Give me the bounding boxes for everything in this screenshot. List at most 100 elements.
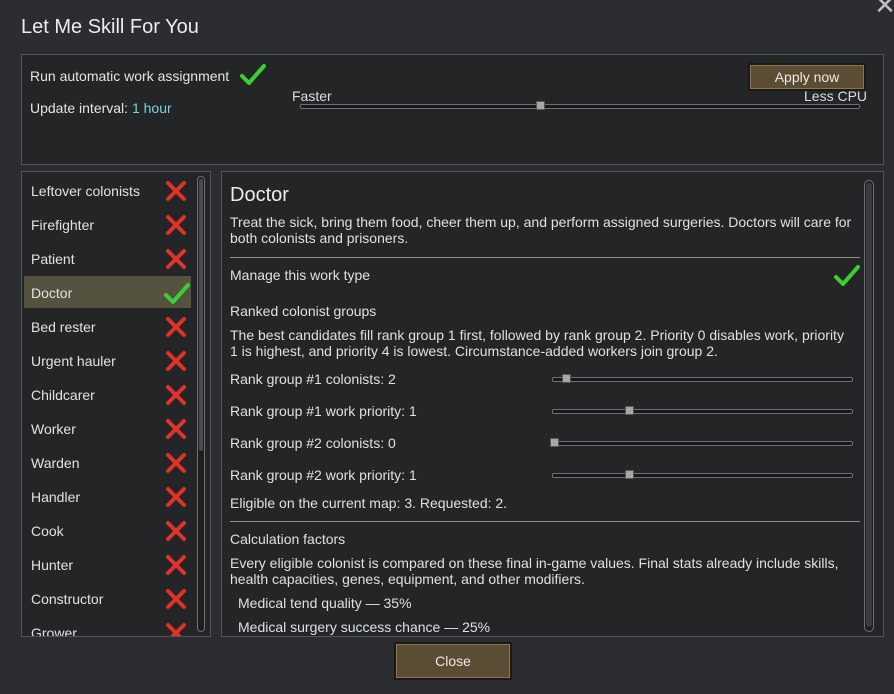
worktype-label: Hunter: [31, 557, 74, 573]
worktype-label: Leftover colonists: [31, 183, 140, 199]
worktype-toggle[interactable]: [164, 180, 188, 207]
cross-icon: [166, 589, 186, 609]
worktype-toggle[interactable]: [164, 350, 188, 377]
worktype-toggle[interactable]: [164, 486, 188, 513]
close-button[interactable]: Close: [394, 642, 512, 680]
worktype-toggle[interactable]: [164, 418, 188, 445]
cross-icon: [166, 521, 186, 541]
worktype-item[interactable]: Worker: [24, 412, 191, 444]
cross-icon: [166, 351, 186, 371]
worktype-item[interactable]: Leftover colonists: [24, 174, 191, 206]
worktype-label: Cook: [31, 523, 64, 539]
update-speed-slider[interactable]: [300, 104, 860, 109]
factor-item: Medical surgery success chance — 25%: [238, 619, 491, 635]
worktype-item[interactable]: Cook: [24, 514, 191, 546]
worktype-toggle[interactable]: [164, 248, 188, 275]
update-interval-value[interactable]: 1 hour: [132, 100, 172, 116]
detail-scrollbar[interactable]: [864, 180, 874, 632]
worktype-label: Warden: [31, 455, 80, 471]
divider: [230, 257, 860, 258]
cross-icon: [166, 215, 186, 235]
cross-icon: [166, 623, 186, 636]
rank-2-colonists-slider[interactable]: [552, 441, 853, 446]
worktype-label: Firefighter: [31, 217, 95, 233]
worktype-label: Doctor: [31, 285, 73, 301]
worktype-toggle[interactable]: [164, 214, 188, 241]
manage-work-type-label: Manage this work type: [230, 267, 371, 283]
calculation-factors-heading: Calculation factors: [230, 531, 346, 547]
worktype-item[interactable]: Childcarer: [24, 378, 191, 410]
cross-icon: [166, 555, 186, 575]
cross-icon: [166, 487, 186, 507]
worktype-item[interactable]: Firefighter: [24, 208, 191, 240]
rank-2-colonists-label: Rank group #2 colonists: 0: [230, 435, 396, 451]
detail-title: Doctor: [230, 184, 289, 206]
apply-now-button[interactable]: Apply now: [748, 63, 866, 91]
cross-icon: [166, 181, 186, 201]
worktype-item[interactable]: Handler: [24, 480, 191, 512]
rank-2-colonists-slider-thumb[interactable]: [550, 438, 559, 447]
rank-2-priority-slider-thumb[interactable]: [624, 470, 634, 479]
worktype-toggle[interactable]: [164, 452, 188, 479]
rank-1-priority-slider-thumb[interactable]: [624, 406, 634, 415]
worktype-toggle[interactable]: [164, 384, 188, 411]
scrollbar-thumb[interactable]: [199, 179, 203, 451]
ranked-groups-heading: Ranked colonist groups: [230, 303, 377, 319]
check-icon: [834, 265, 860, 286]
calculation-factors-description: Every eligible colonist is compared on t…: [230, 555, 839, 587]
worktype-item[interactable]: Warden: [24, 446, 191, 478]
rank-1-colonists-slider[interactable]: [552, 377, 853, 382]
update-interval[interactable]: Update interval: 1 hour: [30, 100, 172, 116]
dialog-title: Let Me Skill For You: [21, 16, 199, 38]
rank-1-colonists-slider-thumb[interactable]: [561, 374, 571, 383]
close-icon[interactable]: ✕: [874, 0, 894, 18]
worktype-list-scrollbar[interactable]: [197, 176, 205, 632]
slider-label-less-cpu: Less CPU: [804, 88, 868, 104]
worktype-toggle[interactable]: [164, 520, 188, 547]
worktype-detail: Doctor Treat the sick, bring them food, …: [221, 171, 884, 637]
worktype-toggle[interactable]: [164, 554, 188, 581]
rank-2-priority-slider[interactable]: [552, 473, 853, 478]
worktype-label: Worker: [31, 421, 76, 437]
worktype-label: Constructor: [31, 591, 104, 607]
worktype-label: Childcarer: [31, 387, 95, 403]
divider: [230, 521, 860, 522]
manage-work-type-checkbox[interactable]: [834, 264, 860, 293]
cross-icon: [166, 385, 186, 405]
worktype-label: Patient: [31, 251, 75, 267]
rank-1-priority-label: Rank group #1 work priority: 1: [230, 403, 417, 419]
check-icon: [164, 283, 190, 304]
check-icon: [240, 64, 266, 85]
dialog-window: ✕ Let Me Skill For You Run automatic wor…: [0, 0, 894, 694]
slider-label-faster: Faster: [292, 88, 332, 104]
worktype-label: Urgent hauler: [31, 353, 116, 369]
worktype-item[interactable]: Doctor: [24, 276, 191, 308]
cross-icon: [166, 453, 186, 473]
worktype-list: Leftover colonists Firefighter Patient Doct…: [21, 171, 211, 637]
scrollbar-thumb[interactable]: [866, 183, 872, 627]
eligible-summary: Eligible on the current map: 3. Requeste…: [230, 495, 508, 511]
worktype-toggle[interactable]: [164, 622, 188, 636]
worktype-item[interactable]: Grower: [24, 616, 191, 637]
worktype-item[interactable]: Constructor: [24, 582, 191, 614]
worktype-item[interactable]: Hunter: [24, 548, 191, 580]
worktype-label: Handler: [31, 489, 81, 505]
cross-icon: [166, 249, 186, 269]
settings-panel: Run automatic work assignment Update int…: [21, 54, 884, 165]
rank-1-priority-slider[interactable]: [552, 409, 853, 414]
worktype-item[interactable]: Urgent hauler: [24, 344, 191, 376]
worktype-item[interactable]: Bed rester: [24, 310, 191, 342]
worktype-item[interactable]: Patient: [24, 242, 191, 274]
cross-icon: [166, 317, 186, 337]
worktype-label: Grower: [31, 625, 77, 637]
rank-1-colonists-label: Rank group #1 colonists: 2: [230, 371, 396, 387]
cross-icon: [166, 419, 186, 439]
factor-item: Medical tend quality — 35%: [238, 595, 412, 611]
update-interval-label: Update interval:: [30, 100, 129, 116]
worktype-toggle[interactable]: [164, 282, 190, 311]
update-speed-slider-thumb[interactable]: [535, 101, 545, 110]
run-automatic-checkbox[interactable]: [240, 63, 266, 92]
worktype-toggle[interactable]: [164, 588, 188, 615]
worktype-toggle[interactable]: [164, 316, 188, 343]
rank-2-priority-label: Rank group #2 work priority: 1: [230, 467, 417, 483]
